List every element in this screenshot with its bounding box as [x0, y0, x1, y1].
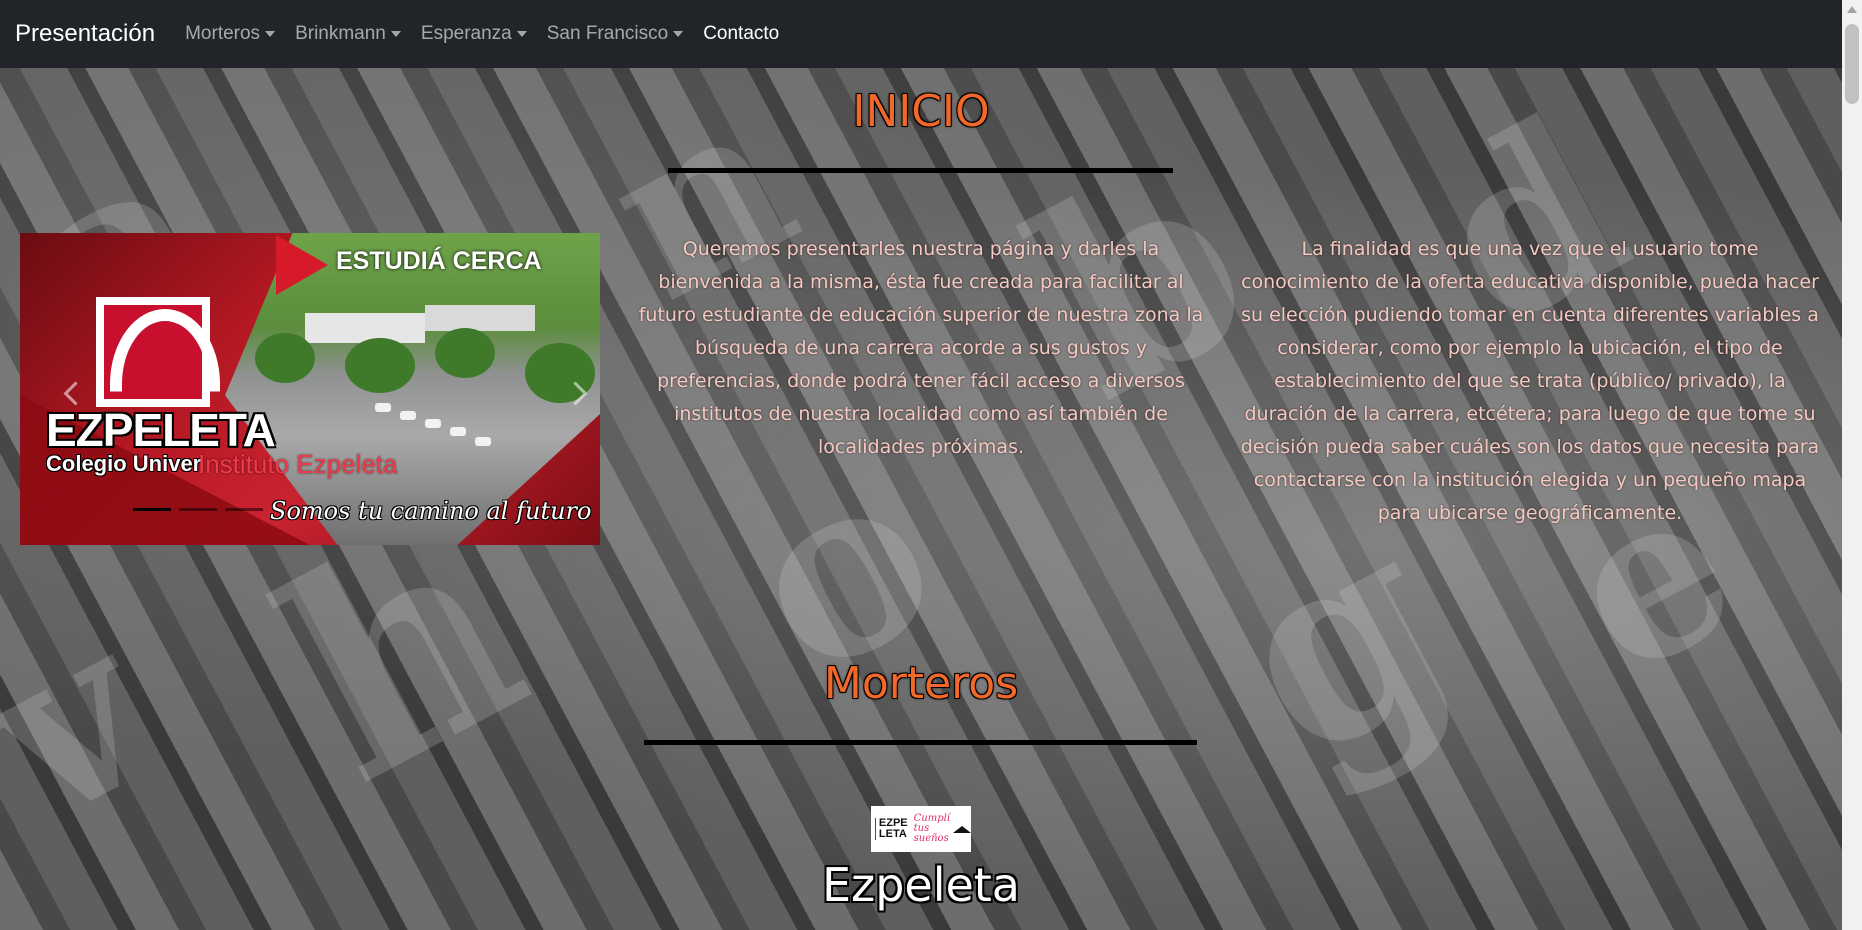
- car: [475, 437, 491, 446]
- institution-name: Ezpeleta: [821, 858, 1020, 912]
- caret-down-icon: [265, 31, 276, 37]
- logo-subtitle: Colegio Univer: [46, 451, 202, 476]
- section-title-inicio: INICIO: [852, 86, 990, 137]
- carousel-next-button[interactable]: [560, 373, 590, 413]
- image-carousel: ESTUDIÁ CERCA EZPELETA Colegio Univer In…: [20, 233, 600, 545]
- navbar-brand[interactable]: Presentación: [15, 20, 155, 48]
- carousel-indicators: [133, 508, 263, 511]
- caret-down-icon: [516, 31, 527, 37]
- title-underline: [644, 740, 1197, 745]
- top-navbar: Presentación Morteros Brinkmann Esperanz…: [0, 0, 1842, 68]
- title-underline: [668, 168, 1173, 173]
- nav-label: Esperanza: [420, 23, 512, 44]
- car: [400, 411, 416, 420]
- play-triangle-icon: [276, 235, 328, 295]
- tree: [255, 333, 315, 383]
- nav-dropdown-esperanza[interactable]: Esperanza: [421, 23, 527, 45]
- caret-down-icon: [390, 31, 401, 37]
- nav-dropdown-san-francisco[interactable]: San Francisco: [546, 23, 684, 45]
- institution-logo[interactable]: EZPE LETA Cumplí tus sueños: [871, 806, 971, 852]
- caret-down-icon: [673, 31, 684, 37]
- nav-label: Morteros: [185, 23, 261, 44]
- banner-text: ESTUDIÁ CERCA: [336, 247, 542, 275]
- nav-dropdown-morteros[interactable]: Morteros: [185, 23, 276, 45]
- carousel-indicator[interactable]: [225, 508, 263, 511]
- carousel-caption: Instituto Ezpeleta: [198, 449, 398, 479]
- logo-script-bottom: tus sueños: [913, 823, 949, 844]
- logo-script: Cumplí tus sueños: [914, 814, 950, 844]
- nav-label: San Francisco: [546, 23, 669, 44]
- carousel-indicator[interactable]: [133, 508, 171, 511]
- ezpeleta-logo-icon: [96, 297, 220, 407]
- vertical-scrollbar[interactable]: [1842, 0, 1862, 930]
- section-title-morteros: Morteros: [823, 658, 1019, 709]
- nav-dropdown-brinkmann[interactable]: Brinkmann: [295, 23, 401, 45]
- background-letter: v: [0, 572, 190, 874]
- building: [305, 313, 425, 343]
- nav-link-contacto[interactable]: Contacto: [703, 23, 779, 45]
- intro-paragraph-left: Queremos presentarles nuestra página y d…: [638, 238, 1204, 458]
- carousel-prev-button[interactable]: [60, 373, 90, 413]
- slogan-text: Somos tu camino al futuro: [270, 497, 592, 525]
- car: [425, 419, 441, 428]
- tree: [435, 328, 495, 378]
- nav-label: Brinkmann: [295, 23, 386, 44]
- scrollbar-thumb[interactable]: [1845, 24, 1859, 104]
- intro-paragraph-right: La finalidad es que una vez que el usuar…: [1240, 238, 1820, 524]
- logo-text-bottom: LETA: [878, 828, 907, 840]
- graduation-cap-icon: [953, 825, 971, 833]
- chevron-right-icon: [562, 380, 588, 406]
- building: [425, 305, 535, 331]
- tree: [345, 338, 415, 393]
- logo-text: EZPE LETA: [879, 818, 908, 840]
- logo-mark-icon: [875, 818, 876, 840]
- nav-label: Contacto: [703, 23, 780, 44]
- carousel-indicator[interactable]: [179, 508, 217, 511]
- car: [450, 427, 466, 436]
- chevron-left-icon: [62, 380, 88, 406]
- scroll-up-arrow-icon[interactable]: [1847, 6, 1857, 13]
- car: [375, 403, 391, 412]
